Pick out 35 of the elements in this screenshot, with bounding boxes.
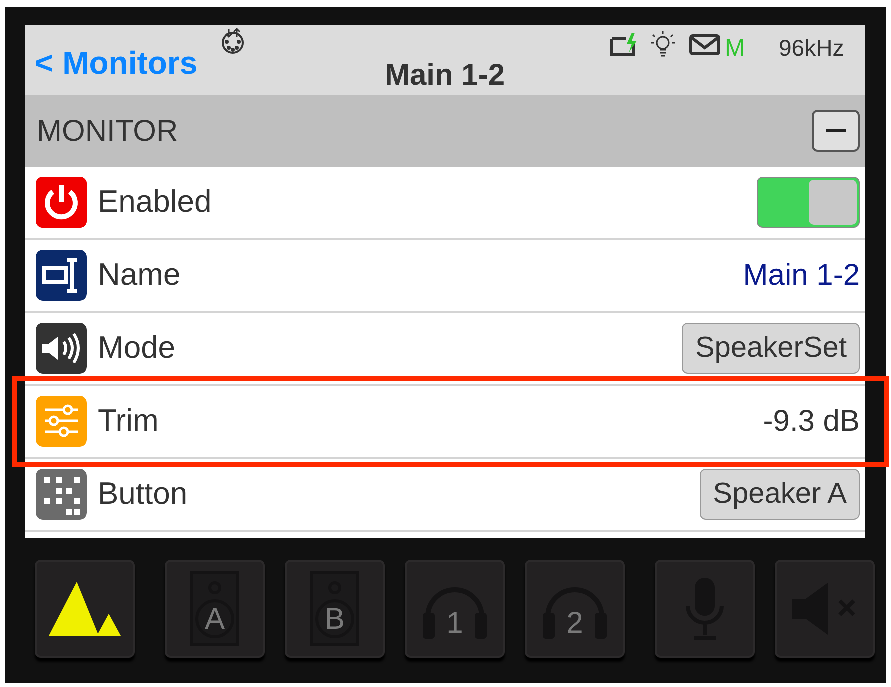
monitor-select-button[interactable]: B: [285, 560, 385, 658]
value-button[interactable]: Speaker A: [700, 469, 860, 520]
speaker-icon: [36, 323, 87, 374]
setting-value: -9.3 dB: [763, 404, 860, 440]
monitor-select-button[interactable]: A: [165, 560, 265, 658]
setting-label: Trim: [98, 402, 160, 440]
monitor-select-button[interactable]: [35, 560, 135, 658]
back-link[interactable]: < Monitors: [35, 39, 198, 87]
midi-port-icon: [219, 27, 247, 55]
lightbulb-icon: [650, 30, 676, 60]
battery-charging-icon: [610, 33, 638, 57]
setting-value: Main 1-2: [743, 258, 860, 294]
setting-label: Mode: [98, 329, 177, 368]
collapse-button[interactable]: [812, 110, 860, 152]
power-icon: [36, 177, 87, 228]
status-letter: M: [725, 34, 745, 64]
headphone-number: 2: [566, 609, 584, 639]
setting-label: Enabled: [98, 183, 213, 222]
speaker-letter: B: [324, 605, 345, 635]
mail-icon: [689, 34, 721, 56]
page-title: Main 1-2: [385, 58, 506, 94]
monitor-select-button[interactable]: 1: [405, 560, 505, 658]
value-button[interactable]: SpeakerSet: [682, 323, 860, 374]
setting-label: Name: [98, 256, 182, 294]
setting-label: Button: [98, 475, 189, 514]
headphone-number: 1: [446, 609, 464, 639]
minus-icon: [826, 129, 846, 133]
monitor-select-button[interactable]: 2: [525, 560, 625, 658]
text-field-icon: [36, 250, 87, 301]
section-title: MONITOR: [37, 114, 178, 150]
grid-icon: [36, 469, 87, 520]
sliders-icon: [36, 396, 87, 447]
speaker-letter: A: [204, 605, 225, 635]
sample-rate: 96kHz: [779, 34, 844, 63]
toggle-switch[interactable]: [757, 177, 860, 228]
